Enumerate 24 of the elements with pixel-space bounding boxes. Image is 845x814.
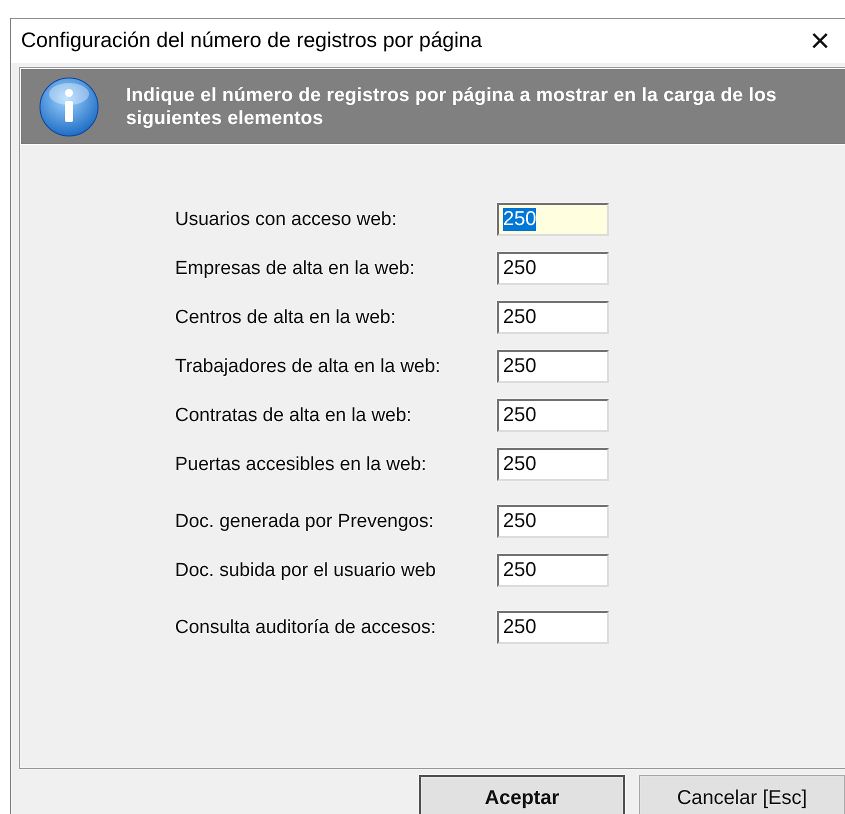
field-label: Trabajadores de alta en la web: [175, 356, 442, 378]
input-field[interactable]: 250 [497, 554, 609, 587]
field-label: Puertas accesibles en la web: [175, 454, 428, 476]
field-label: Doc. subida por el usuario web [175, 560, 437, 582]
input-field[interactable]: 250 [497, 252, 609, 285]
input-field[interactable]: 250 [497, 611, 609, 644]
banner-text: Indique el número de registros por página a mostrar en la carga de los siguientes elementos [126, 84, 778, 130]
accept-button[interactable]: Aceptar [419, 775, 626, 814]
close-button[interactable]: × [795, 21, 845, 61]
input-field[interactable]: 250 [497, 448, 609, 481]
field-label: Consulta auditoría de accesos: [175, 616, 437, 638]
input-field[interactable]: 250 [497, 203, 609, 236]
input-field[interactable]: 250 [497, 301, 609, 334]
field-label: Contratas de alta en la web: [175, 404, 413, 426]
input-field[interactable]: 250 [497, 350, 609, 383]
info-icon [38, 76, 100, 138]
window-title: Configuración del número de registros por página [21, 29, 482, 53]
field-label: Doc. generada por Prevengos: [175, 510, 435, 532]
input-field[interactable]: 250 [497, 505, 609, 538]
field-label: Usuarios con acceso web: [175, 208, 398, 230]
field-label: Empresas de alta en la web: [175, 258, 416, 280]
cancel-button[interactable]: Cancelar [Esc] [639, 775, 845, 814]
field-label: Centros de alta en la web: [175, 306, 397, 328]
input-field[interactable]: 250 [497, 399, 609, 432]
